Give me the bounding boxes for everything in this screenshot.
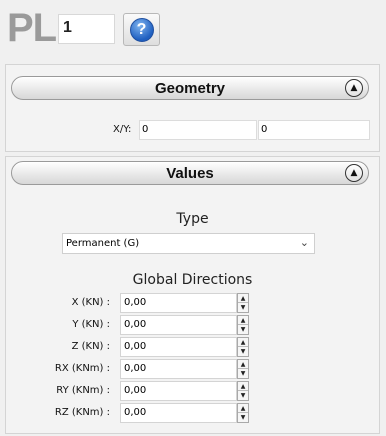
spin-up-icon[interactable]: ▲ [238, 294, 248, 303]
spin-down-icon[interactable]: ▼ [238, 347, 248, 356]
load-editor-window: PL 1 ? Geometry ▲ X/Y: 0 0 Values ▲ Type… [0, 0, 386, 436]
type-label: Type [176, 211, 209, 227]
force-y-stepper[interactable]: ▲ ▼ [237, 315, 249, 335]
spin-down-icon[interactable]: ▼ [238, 413, 248, 422]
row-label-x: X (KN) : [71, 297, 110, 308]
spin-down-icon[interactable]: ▼ [238, 325, 248, 334]
force-x-stepper[interactable]: ▲ ▼ [237, 293, 249, 313]
row-label-z: Z (KN) : [71, 341, 110, 352]
type-select[interactable]: Permanent (G) ⌄ [62, 233, 315, 254]
x-coordinate-input[interactable]: 0 [139, 120, 257, 140]
row-label-rx: RX (KNm) : [54, 363, 110, 374]
element-type-title: PL [7, 6, 57, 50]
spin-down-icon[interactable]: ▼ [238, 369, 248, 378]
geometry-header-bar[interactable]: Geometry ▲ [11, 76, 369, 100]
row-label-rz: RZ (KNm) : [54, 407, 110, 418]
row-label-ry: RY (KNm) : [56, 385, 110, 396]
spin-down-icon[interactable]: ▼ [238, 303, 248, 312]
row-label-y: Y (KN) : [72, 319, 110, 330]
force-z-stepper[interactable]: ▲ ▼ [237, 337, 249, 357]
spin-up-icon[interactable]: ▲ [238, 360, 248, 369]
spin-up-icon[interactable]: ▲ [238, 316, 248, 325]
moment-rz-stepper[interactable]: ▲ ▼ [237, 403, 249, 423]
element-id-field[interactable]: 1 [58, 14, 115, 44]
moment-rz-input[interactable]: 0,00 [120, 403, 237, 423]
geometry-title: Geometry [154, 80, 226, 97]
values-title: Values [166, 165, 214, 182]
geometry-collapse-icon[interactable]: ▲ [345, 79, 363, 97]
values-header-bar[interactable]: Values ▲ [11, 161, 369, 185]
force-y-input[interactable]: 0,00 [120, 315, 237, 335]
y-coordinate-input[interactable]: 0 [258, 120, 370, 140]
global-directions-label: Global Directions [132, 272, 253, 288]
moment-ry-stepper[interactable]: ▲ ▼ [237, 381, 249, 401]
help-button[interactable]: ? [123, 13, 160, 46]
moment-rx-stepper[interactable]: ▲ ▼ [237, 359, 249, 379]
spin-up-icon[interactable]: ▲ [238, 338, 248, 347]
spin-up-icon[interactable]: ▲ [238, 404, 248, 413]
chevron-down-icon: ⌄ [299, 236, 309, 249]
moment-rx-input[interactable]: 0,00 [120, 359, 237, 379]
force-x-input[interactable]: 0,00 [120, 293, 237, 313]
help-icon: ? [129, 17, 154, 42]
xy-label: X/Y: [113, 124, 132, 135]
force-z-input[interactable]: 0,00 [120, 337, 237, 357]
values-collapse-icon[interactable]: ▲ [345, 164, 363, 182]
moment-ry-input[interactable]: 0,00 [120, 381, 237, 401]
spin-up-icon[interactable]: ▲ [238, 382, 248, 391]
spin-down-icon[interactable]: ▼ [238, 391, 248, 400]
type-selected-value: Permanent (G) [66, 238, 140, 249]
